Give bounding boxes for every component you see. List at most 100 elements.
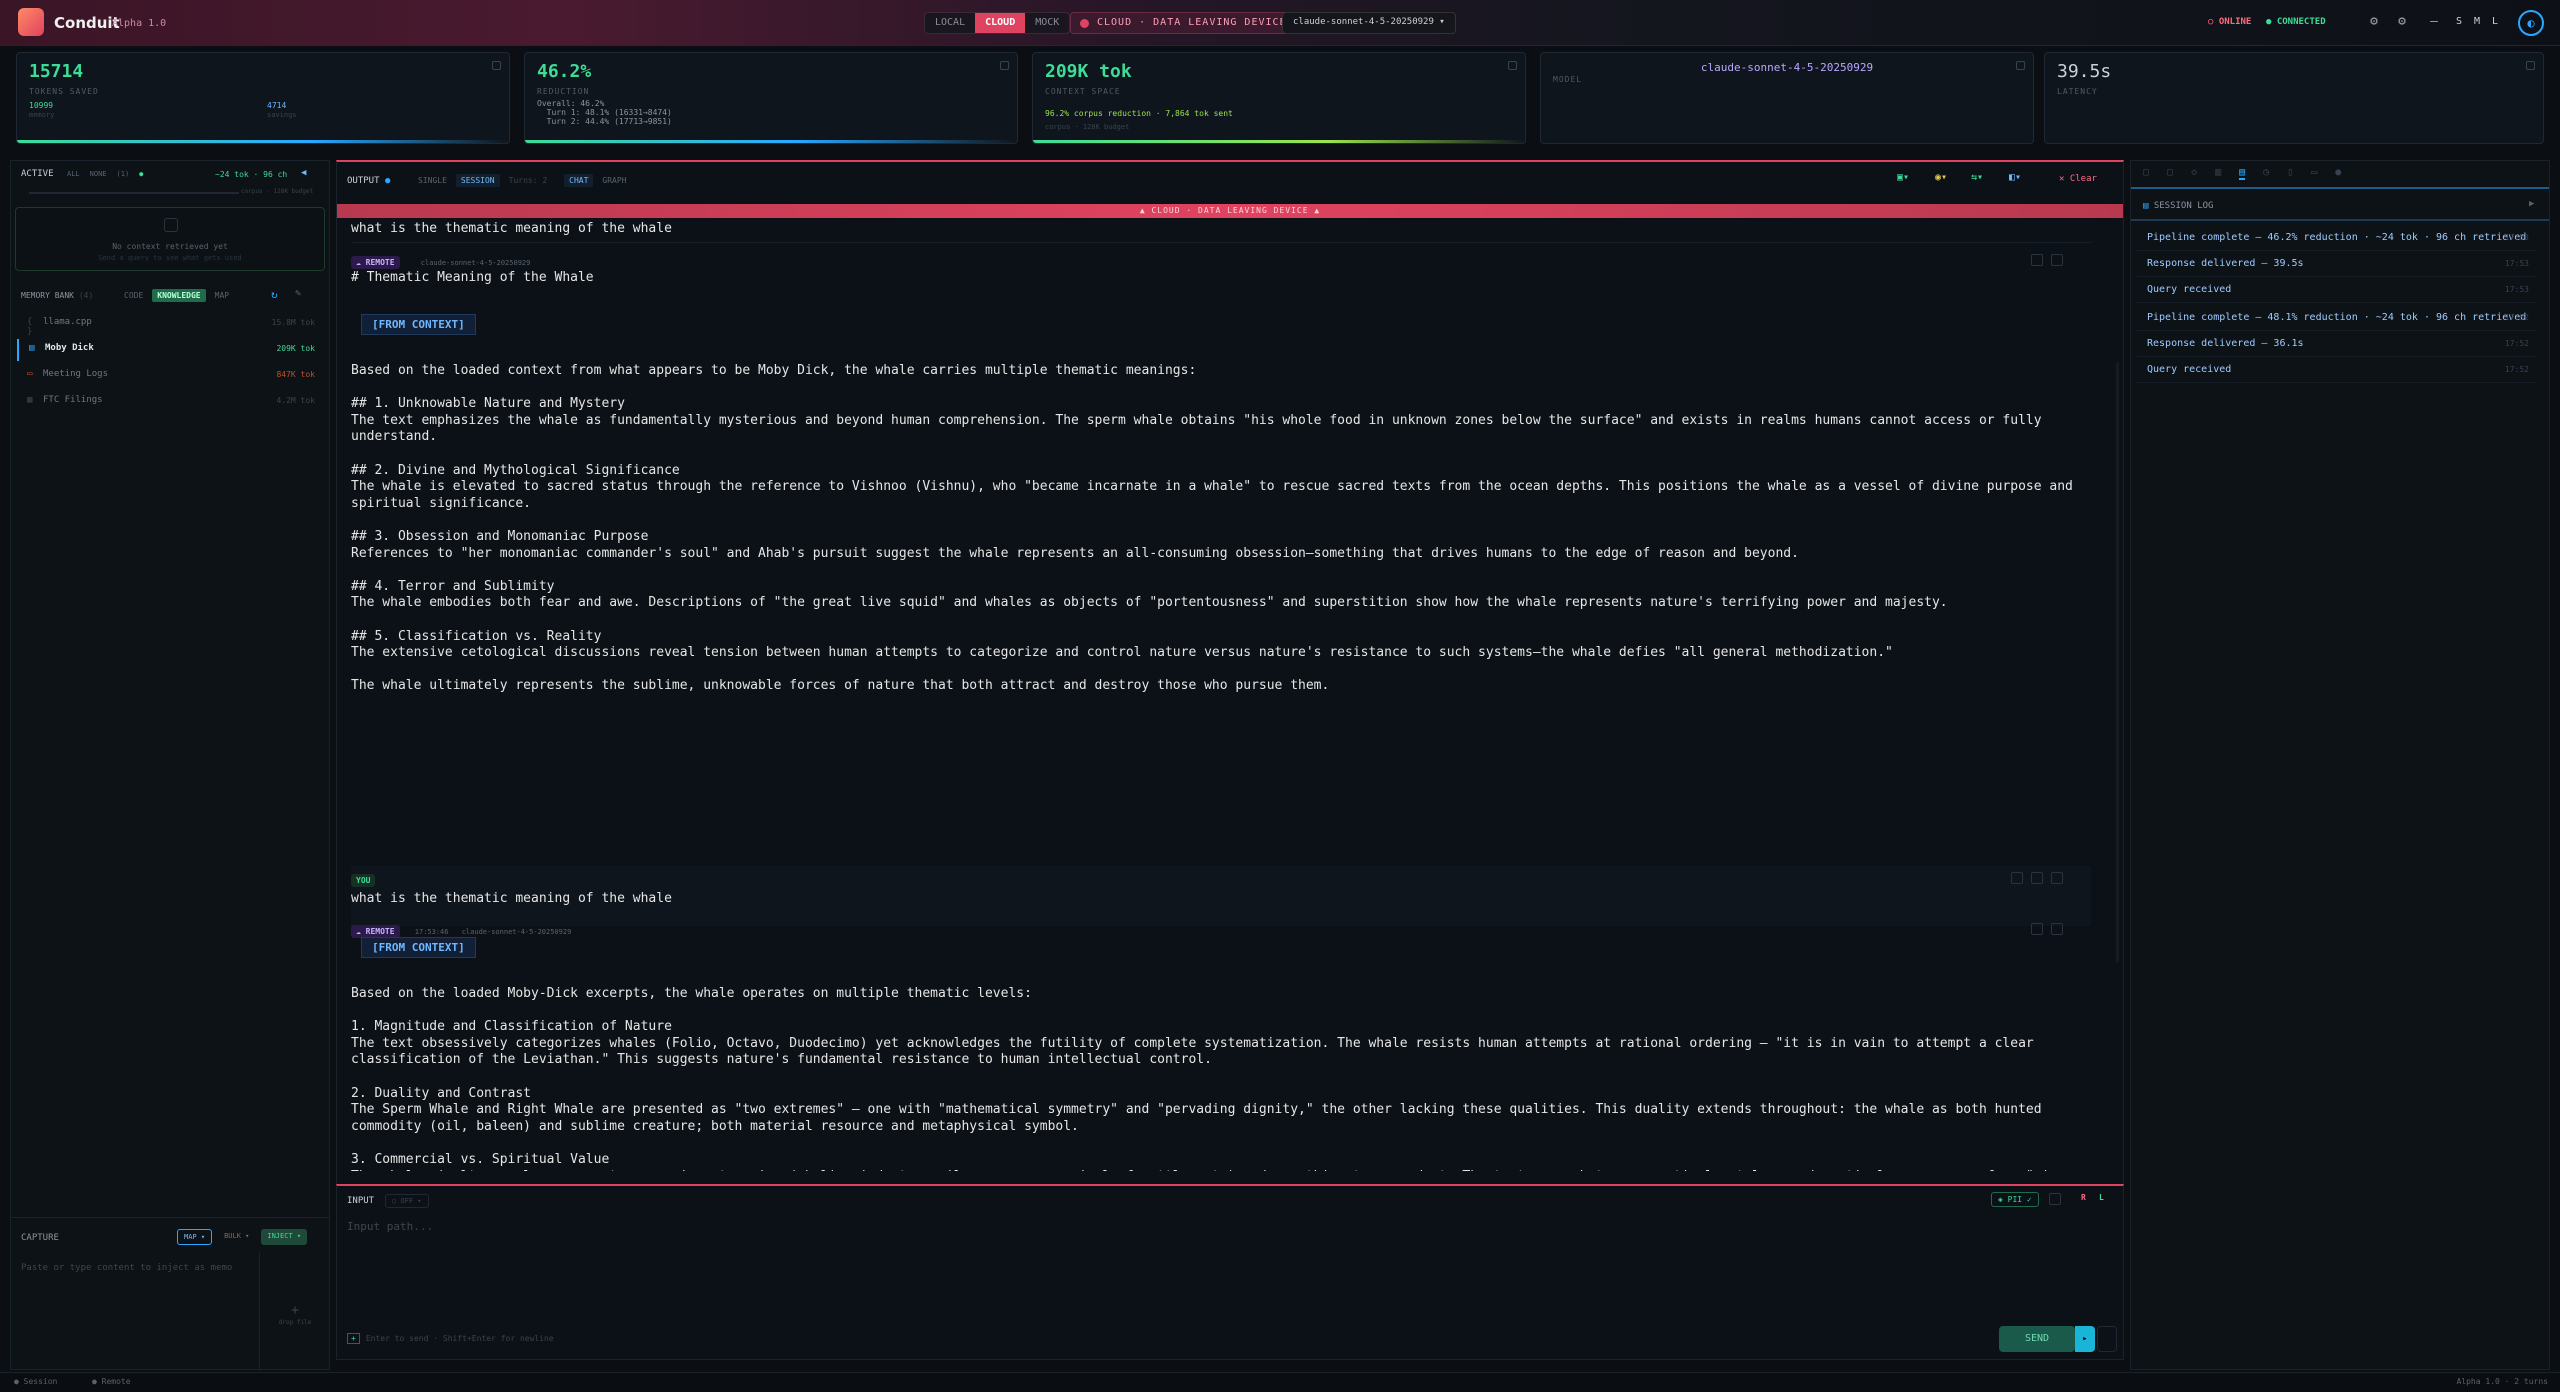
- clipboard-icon[interactable]: ▢: [2167, 167, 2173, 180]
- log-entry: Response delivered — 36.1s 17:52: [2137, 331, 2537, 357]
- response-model: claude-sonnet-4-5-20250929: [461, 928, 572, 936]
- files-icon[interactable]: ▢: [2143, 167, 2149, 180]
- tokens-memory-value: 10999: [29, 101, 54, 110]
- mode-local-button[interactable]: LOCAL: [925, 13, 975, 33]
- copy-icon[interactable]: [2031, 872, 2043, 884]
- context-space-label: CONTEXT SPACE: [1045, 87, 1121, 96]
- copy-icon[interactable]: [2031, 923, 2043, 935]
- size-small-button[interactable]: S: [2456, 16, 2462, 27]
- response-body: Based on the loaded Moby-Dick excerpts, …: [351, 986, 2065, 1171]
- right-toolbar: ▢ ▢ ◇ ▥ ▤ ◷ ▯ ▭ ●: [2143, 167, 2341, 180]
- output-panel: OUTPUT ● SINGLE SESSION Turns: 2 CHAT GR…: [336, 160, 2124, 1190]
- dot-icon[interactable]: ●: [2335, 167, 2341, 180]
- mode-mock-button[interactable]: MOCK: [1025, 13, 1069, 33]
- context-space-card: 209K tok CONTEXT SPACE 96.2% corpus redu…: [1032, 52, 1526, 144]
- capture-input[interactable]: Paste or type content to inject as memo: [21, 1263, 232, 1273]
- attach-icon[interactable]: [2049, 1193, 2061, 1205]
- memory-tabs: CODE KNOWLEDGE MAP: [119, 289, 234, 302]
- drop-zone[interactable]: + drop file: [259, 1253, 329, 1371]
- reduction-progress-bar: [525, 140, 1017, 143]
- save-icon[interactable]: ▣▾: [1897, 172, 1909, 183]
- toolbar-underline: [2131, 187, 2549, 189]
- response-heading: # Thematic Meaning of the Whale: [351, 270, 594, 285]
- user-message: what is the thematic meaning of the whal…: [351, 221, 672, 236]
- pin-icon[interactable]: ✎: [295, 288, 301, 299]
- footer-version: Alpha 1.0 · 2 turns: [2456, 1377, 2548, 1386]
- tab-graph[interactable]: GRAPH: [597, 174, 631, 187]
- response-model: claude-sonnet-4-5-20250929: [420, 259, 531, 267]
- capture-divider: [11, 1217, 329, 1218]
- filter-none-button[interactable]: NONE: [90, 170, 107, 178]
- left-panel: ACTIVE ALL NONE (1) ● ~24 tok · 96 ch ◀ …: [10, 160, 330, 1371]
- tokens-saved-value: 15714: [29, 61, 84, 82]
- tokens-memory-label: memory: [29, 111, 55, 119]
- link-icon[interactable]: ⇆▾: [1971, 172, 1983, 183]
- extra-options-button[interactable]: [2097, 1326, 2117, 1352]
- memory-tab-code[interactable]: CODE: [119, 289, 148, 302]
- reduction-label: REDUCTION: [537, 87, 590, 96]
- log-entry: Query received 17:53: [2137, 277, 2537, 303]
- connected-status: ● CONNECTED: [2266, 17, 2326, 27]
- tag-icon[interactable]: ◇: [2191, 167, 2197, 180]
- tab-session[interactable]: SESSION: [455, 174, 500, 187]
- bulb-icon[interactable]: ◉▾: [1935, 172, 1947, 183]
- input-hint: + Enter to send · Shift+Enter for newline: [347, 1333, 554, 1344]
- clear-button[interactable]: ✕ Clear: [2059, 174, 2097, 184]
- message-divider: [351, 242, 2091, 243]
- copy-icon[interactable]: [2031, 254, 2043, 266]
- refresh-icon[interactable]: ↻: [271, 288, 278, 301]
- expand-icon[interactable]: [2051, 923, 2063, 935]
- tab-single[interactable]: SINGLE: [413, 174, 452, 187]
- reduction-card: 46.2% REDUCTION Overall: 46.2% Turn 1: 4…: [524, 52, 1018, 144]
- empty-context-icon: [164, 218, 178, 232]
- send-options-icon[interactable]: ▸: [2075, 1326, 2095, 1352]
- layout-icon[interactable]: ◧▾: [2009, 172, 2021, 183]
- collapse-icon[interactable]: ◀: [301, 168, 306, 178]
- expand-icon[interactable]: [2051, 254, 2063, 266]
- expand-log-icon[interactable]: ▶: [2529, 199, 2534, 209]
- clock-icon[interactable]: ◷: [2263, 167, 2269, 180]
- gear-icon[interactable]: ⚙: [2394, 14, 2410, 30]
- avatar-icon[interactable]: ◐: [2518, 10, 2544, 36]
- filter-all-button[interactable]: ALL: [67, 170, 80, 178]
- scrollbar[interactable]: [2116, 362, 2119, 962]
- input-mode-toggle[interactable]: ○ OFF ▾: [385, 1194, 429, 1208]
- edit-icon[interactable]: [2011, 872, 2023, 884]
- memory-item[interactable]: ▦ FTC Filings 4.2M tok: [17, 391, 323, 413]
- log-entry: Query received 17:52: [2137, 357, 2537, 383]
- latency-value: 39.5s: [2057, 61, 2112, 82]
- trash-icon[interactable]: ▯: [2287, 167, 2293, 180]
- query-input[interactable]: Input path...: [347, 1220, 433, 1233]
- memory-tab-knowledge[interactable]: KNOWLEDGE: [152, 289, 206, 302]
- settings-icon[interactable]: ⚙: [2366, 14, 2382, 30]
- retry-icon[interactable]: [2051, 872, 2063, 884]
- size-medium-button[interactable]: M: [2474, 16, 2480, 27]
- memory-item[interactable]: { } llama.cpp 15.8M tok: [17, 313, 323, 337]
- book-icon: ▤: [29, 343, 35, 353]
- minus-icon[interactable]: –: [2426, 14, 2442, 30]
- top-bar: Conduit Alpha 1.0 LOCAL CLOUD MOCK CLOUD…: [0, 0, 2560, 46]
- pii-badge[interactable]: ◈ PII ✓: [1991, 1192, 2039, 1207]
- chart-icon[interactable]: ▥: [2215, 167, 2221, 180]
- chat-scroll[interactable]: what is the thematic meaning of the whal…: [351, 221, 2091, 1171]
- capture-inject-button[interactable]: INJECT ▾: [261, 1229, 308, 1245]
- window-icon[interactable]: ▭: [2311, 167, 2317, 180]
- send-button[interactable]: SEND: [1999, 1326, 2075, 1352]
- output-label: OUTPUT ●: [347, 176, 391, 186]
- capture-buttons: MAP ▾ BULK ▾ INJECT ▾: [177, 1229, 308, 1245]
- size-large-button[interactable]: L: [2492, 16, 2498, 27]
- capture-bulk-button[interactable]: BULK ▾: [218, 1229, 255, 1245]
- log-icon[interactable]: ▤: [2239, 167, 2246, 180]
- mode-cloud-button[interactable]: CLOUD: [975, 13, 1026, 33]
- memory-item[interactable]: ▤ Moby Dick 209K tok: [17, 339, 323, 361]
- memory-item[interactable]: ▭ Meeting Logs 847K tok: [17, 365, 323, 387]
- capture-map-button[interactable]: MAP ▾: [177, 1229, 213, 1245]
- tokens-savings-label: savings: [267, 111, 297, 119]
- model-value: claude-sonnet-4-5-20250929: [1700, 61, 1874, 74]
- reduction-value: 46.2%: [537, 61, 592, 82]
- model-selector[interactable]: claude-sonnet-4-5-20250929 ▾: [1282, 12, 1456, 34]
- budget-label: corpus · 128K budget: [241, 188, 314, 195]
- memory-tab-map[interactable]: MAP: [210, 289, 234, 302]
- cloud-banner: ▲ CLOUD · DATA LEAVING DEVICE ▲: [337, 204, 2123, 218]
- tab-chat[interactable]: CHAT: [564, 174, 594, 187]
